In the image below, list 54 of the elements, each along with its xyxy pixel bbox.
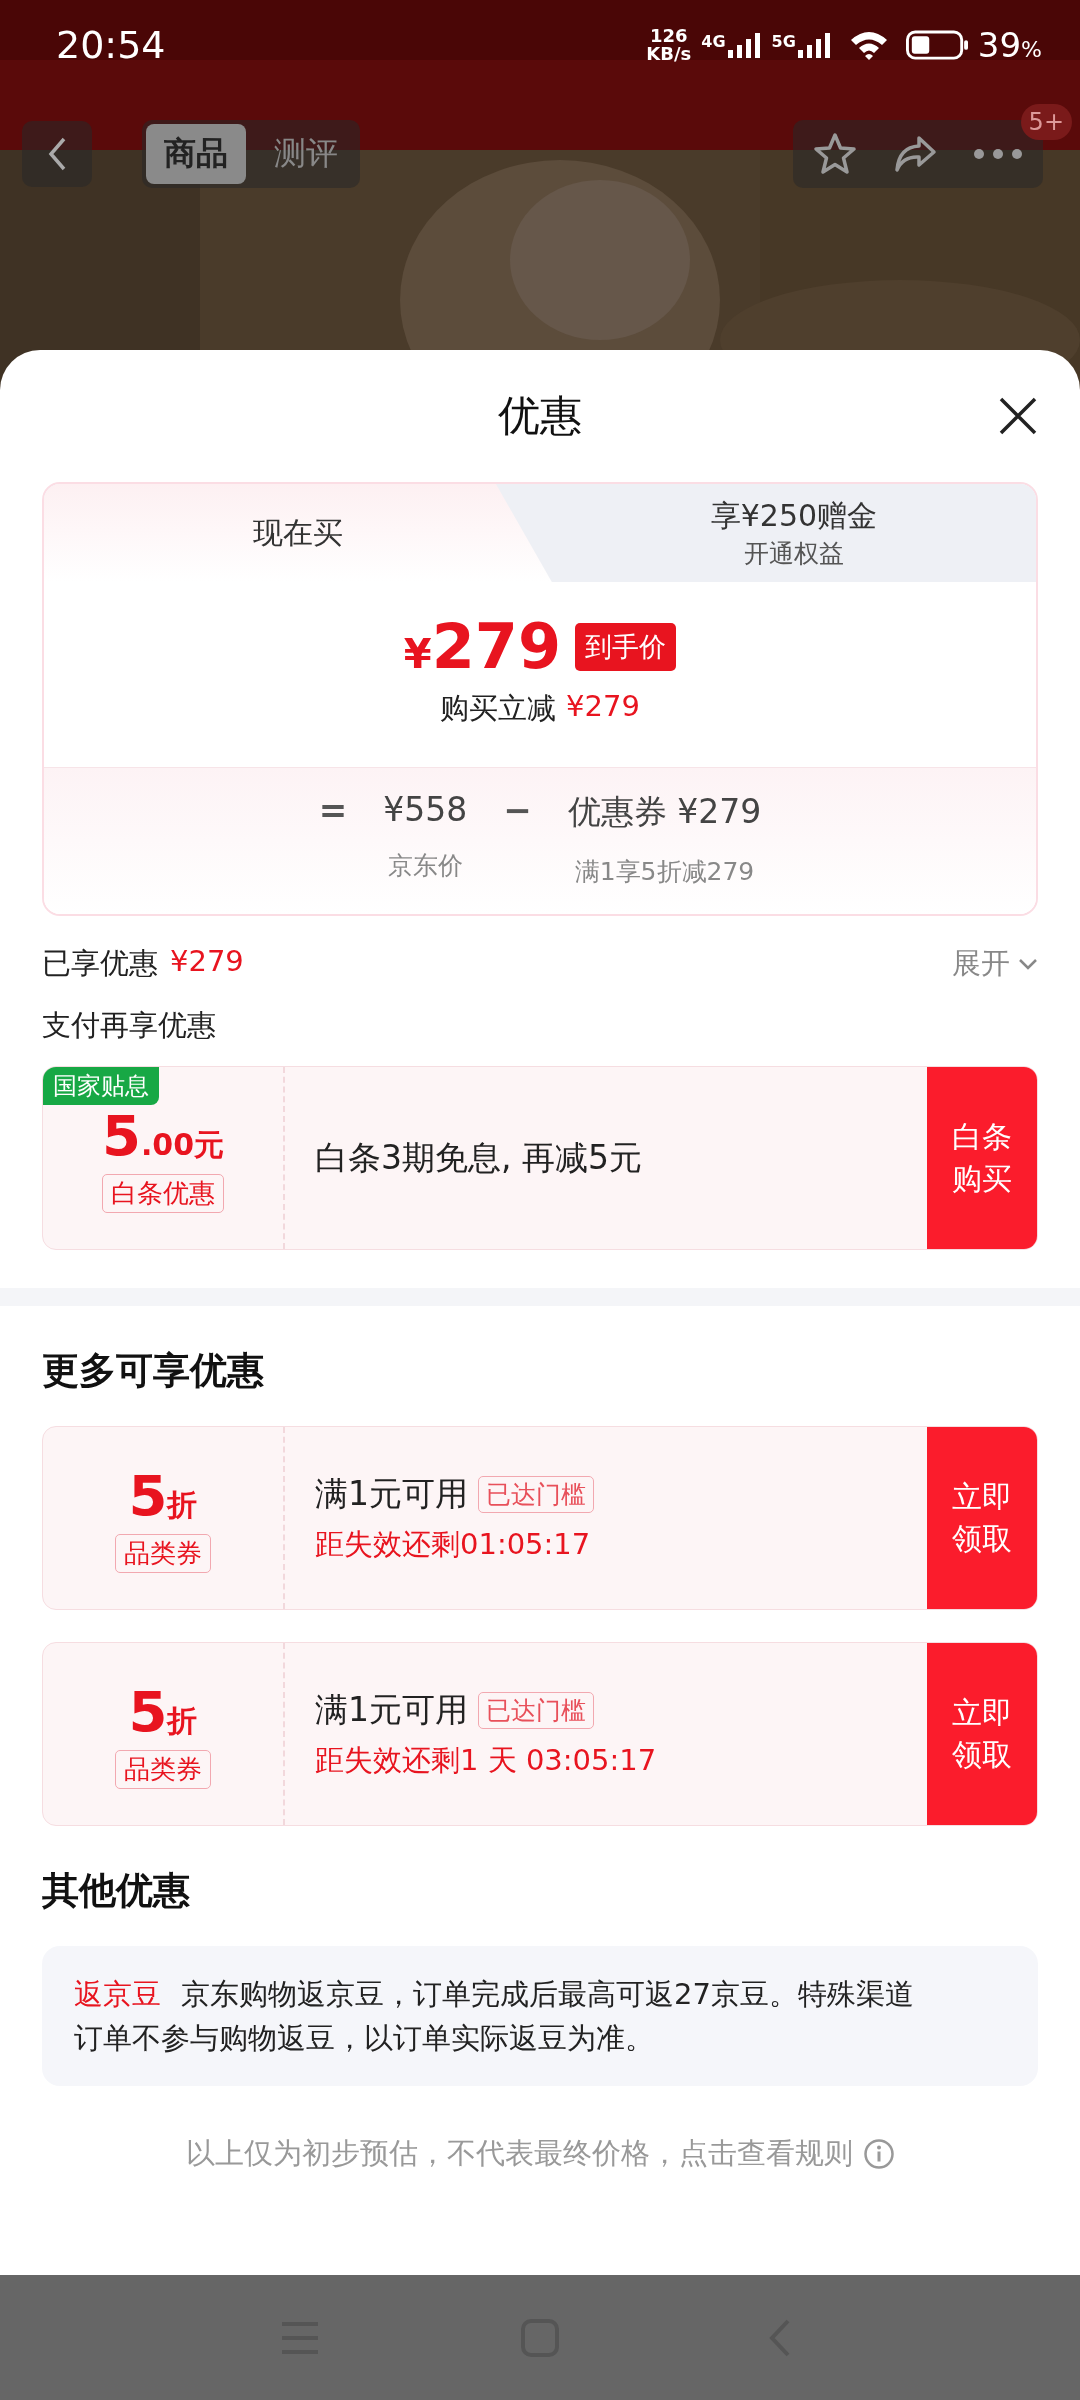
coupon-button[interactable]: 白条购买 [927, 1067, 1037, 1249]
formula-value: ¥558 [383, 790, 468, 829]
section-title: 其他优惠 [42, 1868, 191, 1914]
battery-percent: 39% [977, 25, 1042, 65]
signal-icon [727, 32, 762, 58]
back-icon [47, 136, 67, 172]
network-speed: 126 KB/s [646, 27, 692, 63]
saving-label: 购买立减 [440, 690, 557, 727]
star-icon[interactable] [813, 132, 857, 176]
signal-icon [797, 32, 832, 58]
countdown-text: 距失效还剩1 天 03:05:17 [315, 1741, 658, 1779]
formula-operator: − [503, 790, 532, 830]
coupon-button[interactable]: 立即领取 [927, 1643, 1037, 1825]
price-tab[interactable]: 现在买 [44, 484, 552, 582]
coupon-description: 白条3期免息, 再减5元 [315, 1136, 643, 1179]
coupon-value: 5折 [128, 1679, 198, 1744]
section-title: 支付再享优惠 [42, 1007, 217, 1044]
info-text: 返京豆 京东购物返京豆，订单完成后最高可返27京豆。特殊渠道订单不参与购物返豆，以订单实际返豆为准。 [74, 1976, 915, 2057]
sheet-title: 优惠 [498, 390, 582, 442]
coupon-condition: 满1元可用 [315, 1472, 468, 1515]
coupon-tag: 品类券 [115, 1750, 211, 1789]
nav-tab[interactable]: 商品 [146, 124, 246, 184]
formula-value: 优惠券 ¥279 [567, 791, 762, 833]
coupon-tag: 白条优惠 [102, 1174, 224, 1213]
caret-icon [1018, 958, 1038, 970]
final-price-tag: 到手价 [575, 622, 677, 671]
expand-button[interactable]: 展开 [952, 944, 1038, 984]
threshold-tag: 已达门槛 [478, 1691, 594, 1729]
more-icon[interactable] [973, 148, 1023, 160]
section-title: 更多可享优惠 [42, 1348, 265, 1394]
enjoyed-amount: ¥279 [170, 944, 244, 980]
back-button[interactable] [22, 121, 92, 187]
info-icon[interactable] [862, 2138, 895, 2170]
close-icon[interactable] [998, 396, 1038, 436]
disclaimer-text: 以上仅为初步预估，不代表最终价格，点击查看规则 [185, 2135, 853, 2172]
network-type: 4G [701, 32, 726, 51]
subsidy-flag: 国家贴息 [43, 1067, 159, 1105]
nav-tab[interactable]: 测评 [256, 124, 356, 184]
coupon-button[interactable]: 立即领取 [927, 1427, 1037, 1609]
coupon-tag: 品类券 [115, 1534, 211, 1573]
enjoyed-label: 已享优惠 [42, 945, 158, 982]
saving-amount: ¥279 [566, 689, 640, 725]
formula-operator: = [318, 790, 348, 830]
battery-icon [905, 30, 968, 60]
final-price: ¥279 [403, 610, 562, 683]
formula-caption: 京东价 [387, 850, 463, 882]
network-type: 5G [771, 32, 796, 51]
clock-time: 20:54 [56, 23, 166, 67]
coupon-value: 5.00元 [101, 1103, 225, 1168]
coupon-condition: 满1元可用 [315, 1688, 468, 1731]
coupon-value: 5折 [128, 1463, 198, 1528]
threshold-tag: 已达门槛 [478, 1475, 594, 1513]
formula-caption: 满1享5折减279 [574, 856, 755, 888]
countdown-text: 距失效还剩01:05:17 [315, 1525, 592, 1563]
